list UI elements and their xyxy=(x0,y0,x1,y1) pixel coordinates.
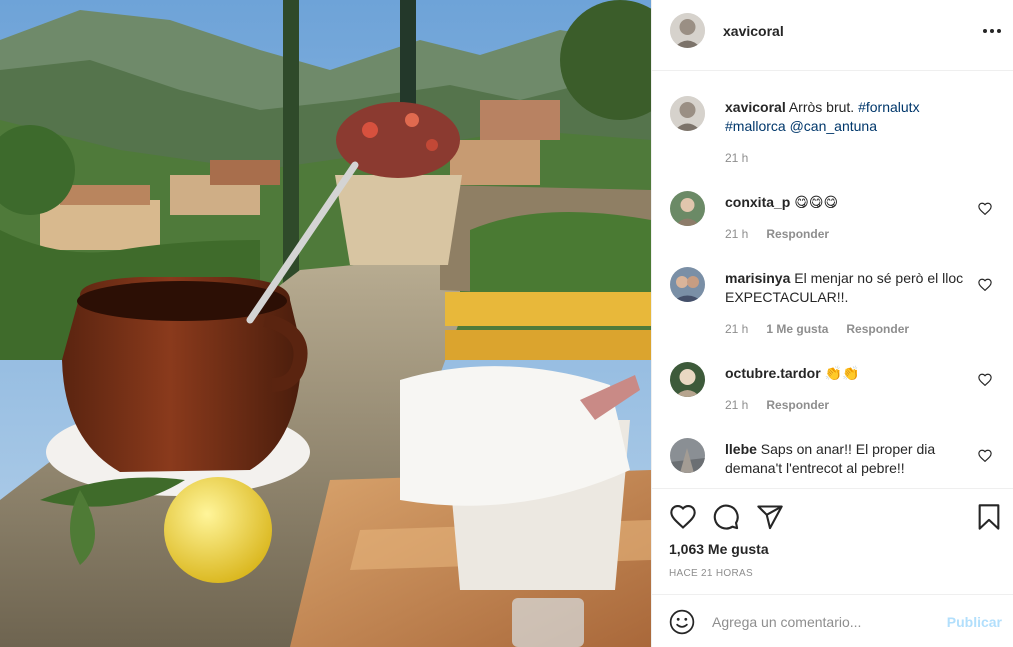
comment-composer: Publicar xyxy=(652,594,1013,647)
comment-body: Saps on anar!! El proper dia demana't l'… xyxy=(725,441,936,476)
reply-button[interactable]: Responder xyxy=(766,227,829,241)
comment-username[interactable]: octubre.tardor xyxy=(725,365,821,381)
hashtag-link[interactable]: #mallorca xyxy=(725,118,786,134)
author-avatar[interactable] xyxy=(670,13,705,48)
comment-username[interactable]: marisinya xyxy=(725,270,790,286)
comment-time[interactable]: 21 h xyxy=(725,322,748,336)
comment-body: 😋😋😋 xyxy=(794,194,839,210)
comment-body: 👏👏 xyxy=(824,365,860,381)
comment-meta: 21 h Responder xyxy=(725,398,829,412)
comment-text: octubre.tardor 👏👏 xyxy=(725,364,965,383)
comment-text: marisinya El menjar no sé però el lloc E… xyxy=(725,269,965,307)
post-sidebar: xavicoral xavicoral Arròs brut. #fornalu… xyxy=(651,0,1013,647)
comment-input[interactable] xyxy=(712,610,932,634)
more-horizontal-icon[interactable] xyxy=(978,20,1006,42)
comment-meta: 21 h Responder xyxy=(725,227,829,241)
post-actions: 1,063 Me gusta HACE 21 HORAS xyxy=(652,488,1013,594)
post-photo[interactable] xyxy=(0,0,651,647)
comment-likes-count[interactable]: 1 Me gusta xyxy=(766,322,828,336)
post-header: xavicoral xyxy=(652,0,1013,71)
reply-button[interactable]: Responder xyxy=(766,398,829,412)
comment-time[interactable]: 21 h xyxy=(725,398,748,412)
hashtag-link[interactable]: #fornalutx xyxy=(858,99,919,115)
comment-like-heart-icon[interactable] xyxy=(978,278,992,291)
caption-meta: 21 h xyxy=(725,151,748,165)
comment-meta: 21 h 1 Me gusta Responder xyxy=(725,322,909,336)
heart-icon[interactable] xyxy=(669,503,697,531)
caption-time[interactable]: 21 h xyxy=(725,151,748,165)
commenter-avatar[interactable] xyxy=(670,438,705,473)
emoji-icon[interactable] xyxy=(669,609,695,635)
post-image xyxy=(0,0,651,647)
comment-like-heart-icon[interactable] xyxy=(978,202,992,215)
commenter-avatar[interactable] xyxy=(670,362,705,397)
comment-like-heart-icon[interactable] xyxy=(978,373,992,386)
author-avatar[interactable] xyxy=(670,96,705,131)
publish-button[interactable]: Publicar xyxy=(947,614,1002,630)
likes-count[interactable]: 1,063 Me gusta xyxy=(669,541,769,557)
reply-button[interactable]: Responder xyxy=(846,322,909,336)
bookmark-icon[interactable] xyxy=(975,503,1003,531)
comment-time[interactable]: 21 h xyxy=(725,227,748,241)
share-icon[interactable] xyxy=(756,503,784,531)
comment-like-heart-icon[interactable] xyxy=(978,449,992,462)
author-username[interactable]: xavicoral xyxy=(723,23,784,39)
comment-username[interactable]: llebe xyxy=(725,441,757,457)
mention-link[interactable]: @can_antuna xyxy=(790,118,877,134)
comment-text: conxita_p 😋😋😋 xyxy=(725,193,965,212)
comment-username[interactable]: conxita_p xyxy=(725,194,790,210)
commenter-avatar[interactable] xyxy=(670,267,705,302)
caption-body: Arròs brut. xyxy=(788,99,855,115)
caption-text: xavicoral Arròs brut. #fornalutx #mallor… xyxy=(725,98,965,136)
post-timestamp[interactable]: HACE 21 HORAS xyxy=(669,568,753,579)
comments-list[interactable]: xavicoral Arròs brut. #fornalutx #mallor… xyxy=(652,72,1013,488)
comment-icon[interactable] xyxy=(712,503,740,531)
caption-username[interactable]: xavicoral xyxy=(725,99,786,115)
comment-text: llebe Saps on anar!! El proper dia deman… xyxy=(725,440,965,478)
commenter-avatar[interactable] xyxy=(670,191,705,226)
